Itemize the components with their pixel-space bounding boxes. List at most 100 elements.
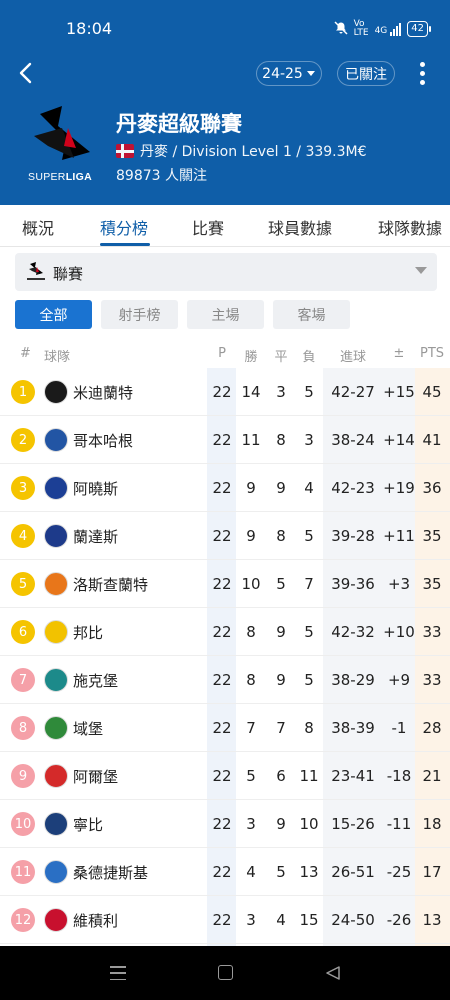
- team-name: 邦比: [73, 624, 104, 642]
- table-row[interactable]: 2 哥本哈根 22 11 8 3 38-24 +14 41: [0, 416, 450, 464]
- cell-goals: 23-41: [331, 767, 375, 785]
- battery-icon: 42: [407, 21, 431, 37]
- mute-icon: [334, 20, 348, 38]
- team-name: 蘭達斯: [73, 528, 119, 546]
- team-name: 米迪蘭特: [73, 384, 134, 402]
- follow-button[interactable]: 已關注: [337, 61, 395, 86]
- cell-draws: 4: [276, 911, 286, 929]
- cell-draws: 9: [276, 671, 286, 689]
- chevron-left-icon: [19, 62, 32, 84]
- table-row[interactable]: 10 寧比 22 3 9 10 15-26 -11 18: [0, 800, 450, 848]
- home-button[interactable]: [218, 965, 233, 980]
- cell-losses: 4: [304, 479, 314, 497]
- table-row[interactable]: 1 米迪蘭特 22 14 3 5 42-27 +15 45: [0, 368, 450, 416]
- header-goal-diff: ±: [393, 346, 405, 361]
- cell-goal-diff: -25: [386, 863, 412, 881]
- cell-points: 13: [422, 911, 442, 929]
- cell-points: 18: [422, 815, 442, 833]
- cell-losses: 11: [299, 767, 319, 785]
- cell-played: 22: [212, 863, 232, 881]
- competition-select[interactable]: 聯賽: [15, 253, 437, 291]
- rank-badge: 10: [11, 812, 35, 836]
- denmark-flag-icon: [116, 144, 134, 158]
- cell-points: 45: [422, 383, 442, 401]
- tab-overview[interactable]: 概況: [22, 215, 54, 239]
- cell-goal-diff: -26: [386, 911, 412, 929]
- system-back-icon[interactable]: [325, 965, 341, 981]
- cell-played: 22: [212, 671, 232, 689]
- cell-points: 21: [422, 767, 442, 785]
- tab-matches[interactable]: 比賽: [192, 215, 224, 239]
- cell-draws: 5: [276, 575, 286, 593]
- status-icons: Vo LTE 4G 42: [334, 19, 431, 38]
- cell-goal-diff: +9: [387, 671, 411, 689]
- cell-losses: 15: [299, 911, 319, 929]
- table-row[interactable]: 9 阿爾堡 22 5 6 11 23-41 -18 21: [0, 752, 450, 800]
- league-info-text: 丹麥 / Division Level 1 / 339.3M€: [140, 144, 367, 160]
- cell-draws: 5: [276, 863, 286, 881]
- back-button[interactable]: [12, 60, 38, 86]
- chip-home[interactable]: 主場: [187, 300, 264, 329]
- header-draws: 平: [274, 350, 288, 365]
- team-crest-icon: [44, 764, 68, 788]
- table-row[interactable]: 5 洛斯查蘭特 22 10 5 7 39-36 +3 35: [0, 560, 450, 608]
- cell-goals: 24-50: [331, 911, 375, 929]
- cell-played: 22: [212, 719, 232, 737]
- svg-text:SUPERLIGA: SUPERLIGA: [28, 171, 92, 183]
- recent-apps-button[interactable]: [110, 966, 126, 980]
- cell-points: 33: [422, 671, 442, 689]
- rank-badge: 6: [11, 620, 35, 644]
- chip-all[interactable]: 全部: [15, 300, 92, 329]
- table-row[interactable]: 3 阿曉斯 22 9 9 4 42-23 +19 36: [0, 464, 450, 512]
- table-row[interactable]: 12 維積利 22 3 4 15 24-50 -26 13: [0, 896, 450, 944]
- cell-goals: 38-24: [331, 431, 375, 449]
- cell-played: 22: [212, 431, 232, 449]
- table-row[interactable]: 8 域堡 22 7 7 8 38-39 -1 28: [0, 704, 450, 752]
- chip-away[interactable]: 客場: [273, 300, 350, 329]
- team-crest-icon: [44, 572, 68, 596]
- more-options-icon[interactable]: [414, 59, 430, 87]
- cell-played: 22: [212, 479, 232, 497]
- team-name: 寧比: [73, 816, 104, 834]
- header-team: 球隊: [44, 350, 71, 365]
- cell-goal-diff: +15: [383, 383, 415, 401]
- cell-goals: 15-26: [331, 815, 375, 833]
- team-crest-icon: [44, 860, 68, 884]
- cell-draws: 8: [276, 527, 286, 545]
- table-row[interactable]: 7 施克堡 22 8 9 5 38-29 +9 33: [0, 656, 450, 704]
- cell-wins: 10: [241, 575, 261, 593]
- tab-team-stats[interactable]: 球隊數據: [378, 215, 442, 239]
- cell-wins: 14: [241, 383, 261, 401]
- rank-badge: 2: [11, 428, 35, 452]
- league-name: 丹麥超級聯賽: [116, 112, 242, 136]
- cell-losses: 7: [304, 575, 314, 593]
- header-rank: #: [20, 346, 31, 361]
- table-row[interactable]: 11 桑德捷斯基 22 4 5 13 26-51 -25 17: [0, 848, 450, 896]
- header-wins: 勝: [244, 350, 258, 365]
- team-name: 阿曉斯: [73, 480, 119, 498]
- table-header: # 球隊 P 勝 平 負 進球 ± PTS: [0, 338, 450, 368]
- cell-goals: 26-51: [331, 863, 375, 881]
- cell-played: 22: [212, 623, 232, 641]
- team-crest-icon: [44, 524, 68, 548]
- cell-losses: 5: [304, 671, 314, 689]
- dropdown-caret-icon: [415, 267, 427, 274]
- table-row[interactable]: 4 蘭達斯 22 9 8 5 39-28 +11 35: [0, 512, 450, 560]
- active-tab-indicator: [100, 243, 150, 246]
- cell-losses: 3: [304, 431, 314, 449]
- tab-player-stats[interactable]: 球員數據: [268, 215, 332, 239]
- cell-goal-diff: +14: [383, 431, 415, 449]
- volte-icon: Vo LTE: [353, 19, 369, 38]
- cell-points: 28: [422, 719, 442, 737]
- header-goals: 進球: [339, 350, 367, 365]
- cell-played: 22: [212, 527, 232, 545]
- season-selector[interactable]: 24-25: [256, 61, 322, 86]
- table-row[interactable]: 6 邦比 22 8 9 5 42-32 +10 33: [0, 608, 450, 656]
- team-name: 施克堡: [73, 672, 119, 690]
- cell-goals: 39-28: [331, 527, 375, 545]
- cell-draws: 7: [276, 719, 286, 737]
- standings-filter-chips: 全部 射手榜 主場 客場: [15, 300, 437, 330]
- tab-standings[interactable]: 積分榜: [100, 215, 148, 239]
- cell-goals: 42-27: [331, 383, 375, 401]
- chip-top-scorers[interactable]: 射手榜: [101, 300, 178, 329]
